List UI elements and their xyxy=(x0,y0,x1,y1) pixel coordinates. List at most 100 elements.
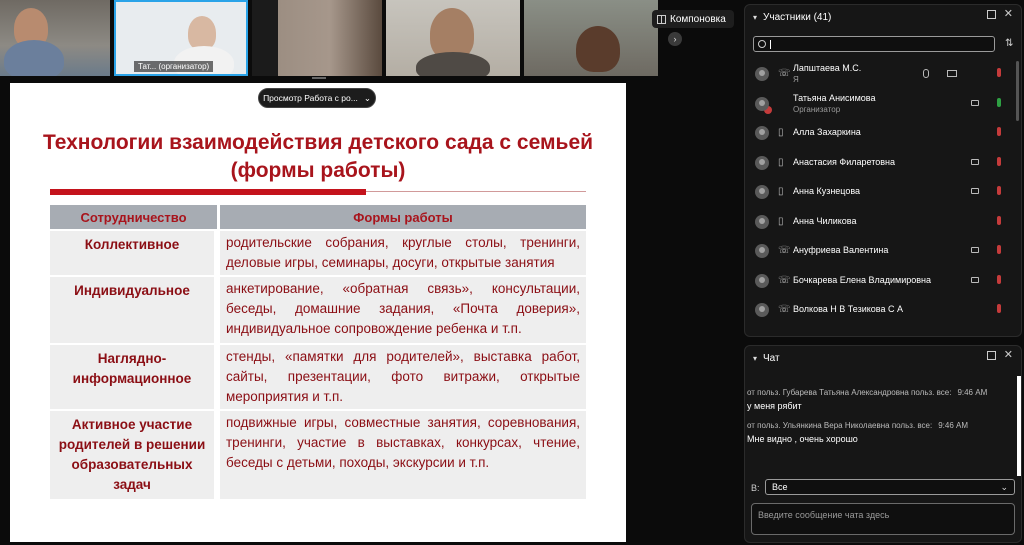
video-tile-1[interactable] xyxy=(0,0,110,76)
popout-icon[interactable] xyxy=(986,351,996,360)
video-tile-2-active[interactable]: Тат... (организатор) xyxy=(114,0,248,76)
table-row: Индивидуальное анкетирование, «обратная … xyxy=(50,277,586,343)
chat-message-meta: от польз. Ульянкина Вера Николаевна поль… xyxy=(747,421,968,430)
chat-message-time: 9:46 AM xyxy=(938,421,969,430)
slide-title-line2: (формы работы) xyxy=(230,159,406,182)
phone-icon: ☏ xyxy=(778,304,791,315)
participant-row[interactable]: ☏ Бочкарева Елена Владимировна xyxy=(745,266,1021,296)
mic-muted-icon[interactable] xyxy=(997,127,1001,136)
participants-header[interactable]: ▾ Участники (41) xyxy=(745,5,1021,29)
chat-message-sender: от польз. Ульянкина Вера Николаевна поль… xyxy=(747,421,933,430)
participant-row[interactable]: ☏ Волкова Н В Тезикова С А xyxy=(745,295,1021,325)
participant-list: ☏ Лапштаева М.С. Я Татьяна Анисимова Орг… xyxy=(745,59,1021,335)
participant-name: Анна Кузнецова xyxy=(793,186,861,196)
chevron-right-icon[interactable]: › xyxy=(668,32,682,46)
table-row: Активное участие родителей в решении обр… xyxy=(50,411,586,499)
participant-row[interactable]: ☏ Лапштаева М.С. Я xyxy=(745,59,1021,89)
participant-face xyxy=(576,26,620,72)
avatar xyxy=(755,126,769,140)
camera-icon xyxy=(971,188,979,194)
participant-name: Анастасия Филаретовна xyxy=(793,156,896,167)
layout-button[interactable]: Компоновка xyxy=(652,10,734,28)
sort-icon[interactable]: ⇅ xyxy=(1005,38,1013,49)
mic-on-icon[interactable] xyxy=(997,97,1001,107)
participant-row[interactable]: ▯ Анна Кузнецова xyxy=(745,177,1021,207)
popout-icon[interactable] xyxy=(986,10,996,19)
chat-message-sender: от польз. Губарева Татьяна Александровна… xyxy=(747,388,952,397)
mic-muted-icon[interactable] xyxy=(997,156,1001,166)
video-tile-4[interactable] xyxy=(386,0,520,76)
search-icon xyxy=(758,40,766,48)
phone-icon: ☏ xyxy=(778,245,791,256)
chat-messages: от польз. Губарева Татьяна Александровна… xyxy=(747,376,1017,476)
video-name-tag: Тат... (организатор) xyxy=(134,61,214,72)
avatar xyxy=(755,214,769,229)
view-share-dropdown[interactable]: Просмотр Работа с ро... ⌄ xyxy=(258,88,376,108)
participants-scrollbar[interactable] xyxy=(1016,61,1019,121)
chat-message-text: Мне видно , очень хорошо xyxy=(747,434,858,444)
table-cell-forms: родительские собрания, круглые столы, тр… xyxy=(220,231,586,275)
text-cursor xyxy=(770,40,771,49)
mouse-icon xyxy=(923,69,929,78)
chat-message-time: 9:46 AM xyxy=(957,388,988,397)
video-tile-3[interactable] xyxy=(252,0,382,76)
participant-row[interactable]: ▯ Анастасия Филаретовна xyxy=(745,148,1021,178)
avatar xyxy=(755,96,769,111)
participant-row[interactable]: ☏ Ануфриева Валентина xyxy=(745,236,1021,266)
participants-panel: ▾ Участники (41) ✕ ⇅ ☏ Лапштаева М.С. Я xyxy=(744,4,1022,337)
title-underline xyxy=(50,189,366,195)
table-header: Сотрудничество xyxy=(50,205,220,229)
close-icon[interactable]: ✕ xyxy=(1004,350,1013,361)
chat-message-text: у меня рябит xyxy=(747,401,802,411)
chat-header[interactable]: ▾ Чат xyxy=(745,346,1021,370)
avatar xyxy=(755,273,769,288)
mic-muted-icon[interactable] xyxy=(997,186,1001,195)
presentation-slide: Технологии взаимодействия детского сада … xyxy=(10,83,626,542)
chat-input-placeholder: Введите сообщение чата здесь xyxy=(758,510,890,520)
strip-resize-handle[interactable] xyxy=(312,77,326,79)
avatar xyxy=(755,185,769,199)
chat-scrollbar[interactable] xyxy=(1017,376,1021,476)
captions-icon xyxy=(947,70,957,77)
mic-muted-icon[interactable] xyxy=(997,245,1001,254)
close-icon[interactable]: ✕ xyxy=(1004,9,1013,20)
mic-muted-icon[interactable] xyxy=(997,68,1001,77)
collapse-caret-icon[interactable]: ▾ xyxy=(753,13,757,22)
participant-row[interactable]: Татьяна Анисимова Организатор xyxy=(745,89,1021,119)
participant-body xyxy=(416,52,490,76)
participant-face xyxy=(188,16,216,50)
table-cell-forms: анкетирование, «обратная связь», консуль… xyxy=(220,277,586,343)
participant-name: Волкова Н В Тезикова С А xyxy=(793,304,903,314)
participant-search-input[interactable] xyxy=(753,36,995,52)
participant-row[interactable]: ▯ Алла Захаркина xyxy=(745,118,1021,148)
table-cell-type: Индивидуальное xyxy=(50,277,220,343)
camera-icon xyxy=(971,276,979,283)
chat-input[interactable]: Введите сообщение чата здесь xyxy=(751,503,1015,535)
mic-muted-icon[interactable] xyxy=(997,274,1001,284)
mobile-icon: ▯ xyxy=(778,215,784,227)
table-header-row: Сотрудничество Формы работы xyxy=(50,205,586,229)
recipient-value: Все xyxy=(772,482,788,492)
camera-icon xyxy=(971,99,979,106)
slide-title-line1: Технологии взаимодействия детского сада … xyxy=(42,131,594,154)
table-cell-type: Активное участие родителей в решении обр… xyxy=(50,411,220,499)
view-share-label: Просмотр Работа с ро... xyxy=(263,93,358,103)
mic-muted-icon[interactable] xyxy=(997,215,1001,225)
participant-name: Лапштаева М.С. xyxy=(793,63,862,73)
participant-name: Татьяна Анисимова xyxy=(793,92,876,103)
avatar xyxy=(755,67,769,81)
chevron-down-icon: ⌄ xyxy=(363,92,371,103)
participant-role: Организатор xyxy=(793,104,841,114)
video-tile-5[interactable] xyxy=(524,0,658,76)
chat-panel: ▾ Чат ✕ от польз. Губарева Татьяна Алекс… xyxy=(744,345,1022,543)
participant-role: Я xyxy=(793,75,799,84)
participant-body xyxy=(4,40,64,76)
recipient-select[interactable]: Все ⌄ xyxy=(765,479,1015,495)
shared-content-area: Технологии взаимодействия детского сада … xyxy=(0,80,740,545)
participant-row[interactable]: ▯ Анна Чиликова xyxy=(745,207,1021,237)
collapse-caret-icon[interactable]: ▾ xyxy=(753,354,757,363)
camera-icon xyxy=(971,247,979,253)
participant-name: Бочкарева Елена Владимировна xyxy=(793,274,931,285)
mic-muted-icon[interactable] xyxy=(997,304,1001,313)
participants-title: Участники (41) xyxy=(763,11,832,23)
